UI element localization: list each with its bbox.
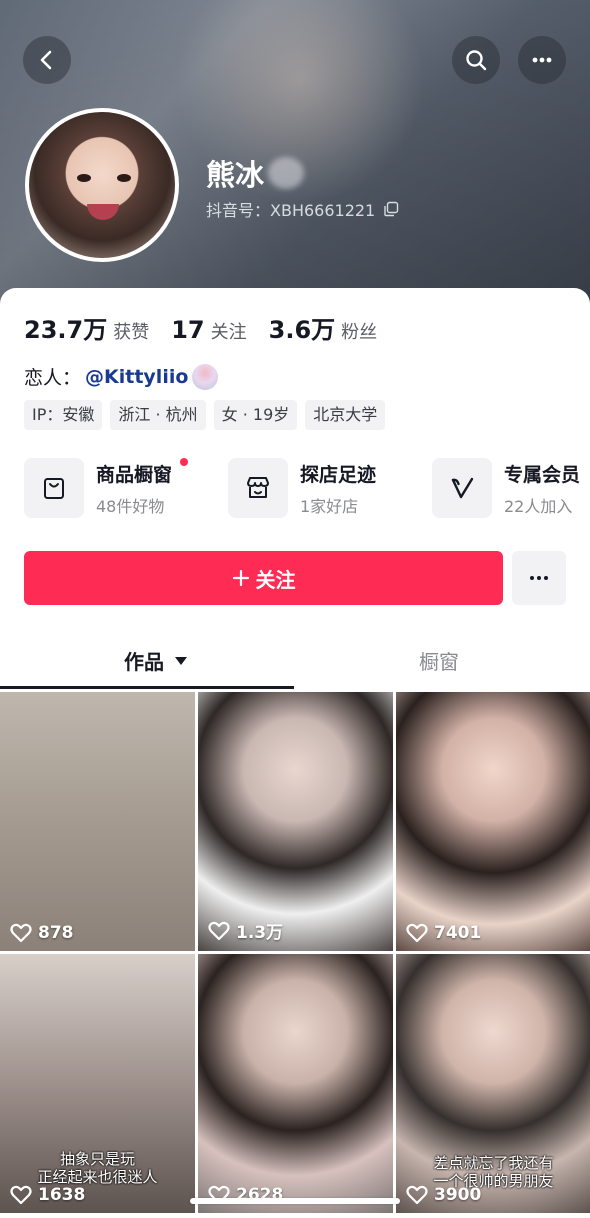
shopping-bag-icon: [44, 478, 64, 499]
home-indicator[interactable]: [190, 1198, 400, 1204]
video-thumbnail[interactable]: 抽象只是玩 正经起来也很迷人 1638: [0, 954, 195, 1213]
tag-location[interactable]: 浙江 · 杭州: [110, 400, 206, 430]
heart-icon: [406, 1185, 428, 1205]
chevron-left-icon: [40, 50, 52, 70]
shortcut-title: 商品橱窗: [96, 463, 173, 486]
shortcut-subtitle: 48件好物: [96, 496, 165, 516]
avatar[interactable]: [25, 108, 179, 262]
notification-dot: [180, 458, 188, 466]
tag-gender-age: 女 · 19岁: [213, 400, 298, 430]
content-tabs: 作品 橱窗: [0, 634, 590, 690]
plus-icon: [232, 569, 249, 587]
video-thumbnail[interactable]: 差点就忘了我还有 一个很帅的男朋友 3900: [396, 954, 590, 1213]
store-icon: [247, 477, 269, 498]
like-count-text: 3900: [434, 1185, 482, 1205]
stat-following[interactable]: 17 关注: [171, 316, 246, 344]
like-count: 1638: [10, 1185, 85, 1205]
video-thumbnail[interactable]: 1.3万: [198, 692, 393, 951]
nickname: 熊冰: [206, 152, 305, 194]
more-horizontal-icon: [530, 576, 548, 580]
stats-row: 23.7万 获赞 17 关注 3.6万 粉丝: [24, 310, 399, 345]
like-count: 7401: [406, 923, 481, 943]
like-count-text: 1638: [38, 1185, 86, 1205]
shortcut-text: 专属会员 22人加入: [504, 460, 580, 517]
shortcut-text: 探店足迹 1家好店: [300, 460, 376, 517]
shortcut-product-showcase[interactable]: 商品橱窗 48件好物: [24, 458, 188, 518]
tab-showcase[interactable]: 橱窗: [419, 646, 459, 675]
copy-icon[interactable]: [383, 201, 399, 217]
shaved-ice-emoji-icon: [192, 363, 219, 390]
caret-down-icon: [175, 656, 187, 665]
shortcut-membership[interactable]: 专属会员 22人加入: [432, 458, 580, 518]
stat-followers[interactable]: 3.6万 粉丝: [269, 310, 378, 345]
more-horizontal-icon: [532, 57, 552, 63]
heart-icon: [208, 921, 230, 940]
profile-tags: IP：安徽 浙江 · 杭州 女 · 19岁 北京大学: [24, 400, 386, 430]
stat-number: 17: [171, 316, 205, 344]
profile-sheet: 23.7万 获赞 17 关注 3.6万 粉丝 恋人： @Kittyliio IP…: [0, 288, 590, 1218]
follow-label: 关注: [255, 567, 296, 592]
like-count-text: 1.3万: [236, 923, 284, 943]
stat-label: 关注: [210, 322, 247, 343]
nickname-text: 熊冰: [206, 158, 265, 192]
heart-icon: [406, 923, 428, 943]
shortcut-store-visits[interactable]: 探店足迹 1家好店: [228, 458, 376, 518]
video-thumbnail[interactable]: 2628: [198, 954, 393, 1213]
blurred-character: [268, 157, 305, 189]
stat-label: 粉丝: [341, 322, 378, 343]
active-tab-indicator: [0, 686, 294, 689]
tab-works-label: 作品: [124, 650, 164, 674]
lover-line: 恋人： @Kittyliio: [24, 363, 219, 390]
shortcut-title: 专属会员: [504, 463, 581, 486]
back-button[interactable]: [23, 36, 71, 84]
stat-likes[interactable]: 23.7万 获赞: [24, 310, 149, 345]
shortcut-icon-box: [432, 458, 492, 518]
avatar-mouth: [87, 204, 119, 220]
stat-number: 3.6万: [268, 316, 336, 344]
avatar-eye: [117, 174, 131, 182]
like-count: 3900: [406, 1185, 481, 1205]
follow-more-button[interactable]: [512, 551, 566, 605]
douyin-id-text: 抖音号：XBH6661221: [206, 201, 376, 220]
douyin-id: 抖音号：XBH6661221: [206, 197, 399, 221]
search-icon: [466, 50, 487, 71]
like-count-text: 878: [38, 923, 74, 943]
more-options-button[interactable]: [518, 36, 566, 84]
tab-showcase-label: 橱窗: [419, 650, 459, 674]
like-count: 1.3万: [208, 918, 283, 943]
shortcut-subtitle: 22人加入: [504, 496, 573, 516]
heart-icon: [10, 1185, 32, 1205]
stat-label: 获赞: [113, 322, 150, 343]
v-badge-icon: [451, 477, 474, 499]
stat-number: 23.7万: [24, 316, 108, 344]
shortcut-icon-box: [24, 458, 84, 518]
like-count-text: 7401: [434, 923, 482, 943]
shortcut-row: 商品橱窗 48件好物 探店足迹 1家好店 专属会员 22人加入: [24, 458, 590, 522]
tag-ip: IP：安徽: [24, 400, 103, 430]
video-caption: 抽象只是玩 正经起来也很迷人: [37, 1150, 158, 1186]
follow-button[interactable]: 关注: [24, 551, 503, 605]
avatar-eye: [77, 174, 91, 182]
video-thumbnail[interactable]: 7401: [396, 692, 590, 951]
shortcut-subtitle: 1家好店: [300, 496, 359, 516]
lover-handle-link[interactable]: @Kittyliio: [85, 366, 188, 388]
like-count: 878: [10, 923, 74, 943]
shortcut-title: 探店足迹: [300, 463, 377, 486]
heart-icon: [10, 923, 32, 943]
search-button[interactable]: [452, 36, 500, 84]
lover-prefix: 恋人：: [24, 367, 82, 389]
tab-works[interactable]: 作品: [124, 646, 188, 675]
video-thumbnail[interactable]: 878: [0, 692, 195, 951]
shortcut-icon-box: [228, 458, 288, 518]
tag-school[interactable]: 北京大学: [305, 400, 386, 430]
shortcut-text: 商品橱窗 48件好物: [96, 458, 188, 517]
